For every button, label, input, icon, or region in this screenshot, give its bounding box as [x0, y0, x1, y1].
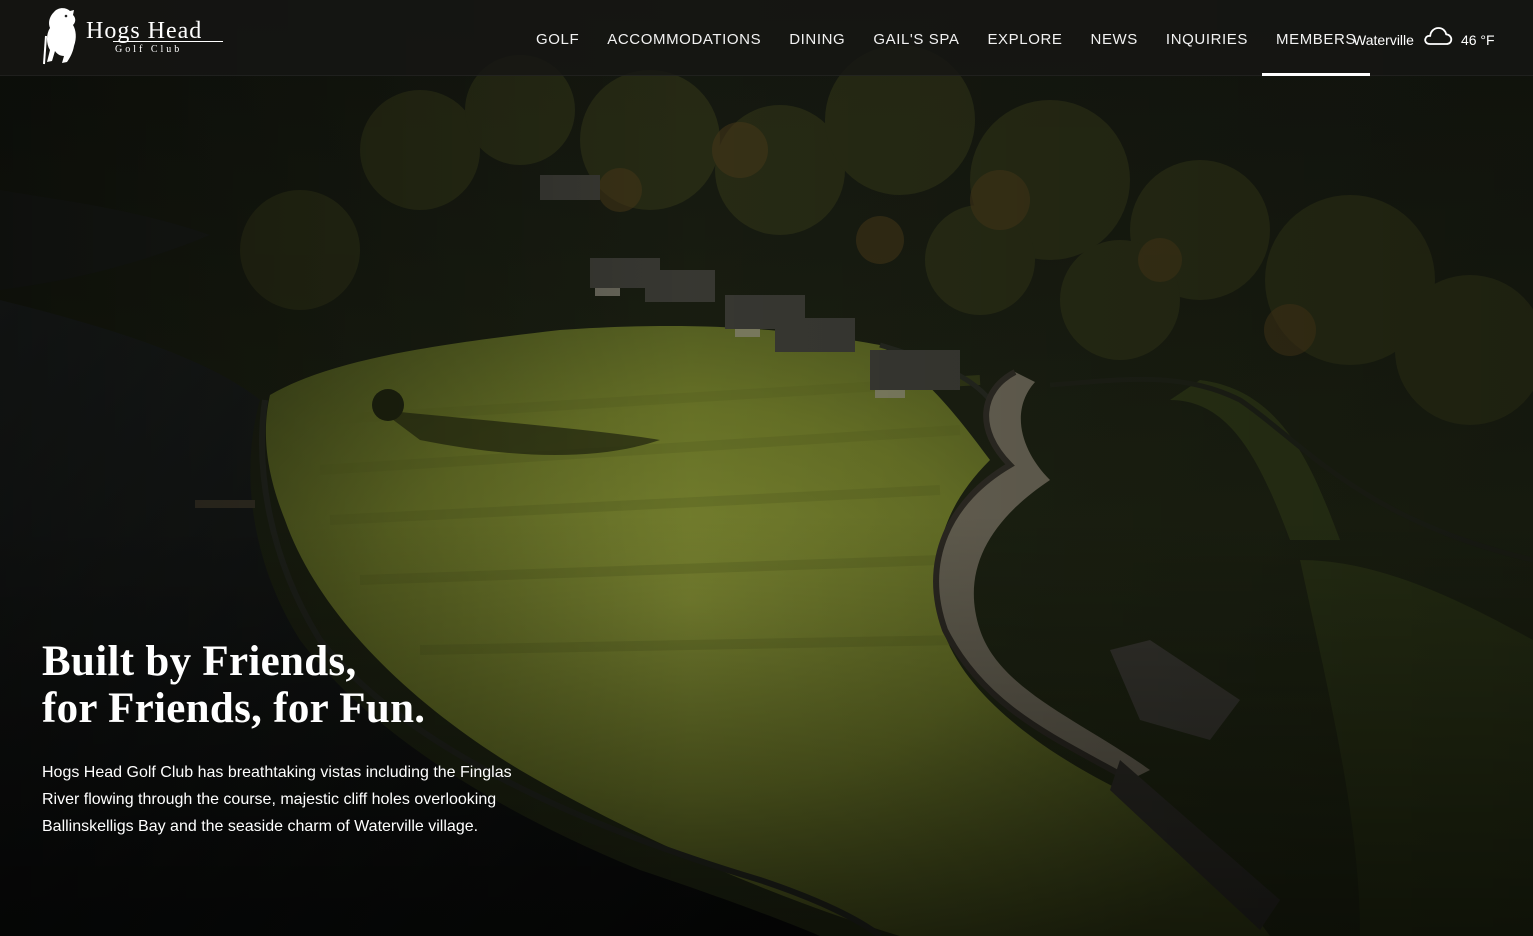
- nav-item-gails-spa[interactable]: GAIL'S SPA: [859, 0, 973, 75]
- nav-item-accommodations[interactable]: ACCOMMODATIONS: [593, 0, 775, 75]
- nav-item-golf[interactable]: GOLF: [522, 0, 593, 75]
- weather-temperature: 46 °F: [1460, 32, 1495, 48]
- home-logo-link[interactable]: Hogs Head Golf Club: [40, 6, 240, 68]
- weather-widget: Waterville 46 °F: [1353, 0, 1495, 75]
- hog-mascot-icon: [43, 8, 76, 65]
- hero-headline-line-2: for Friends, for Fun.: [42, 685, 426, 732]
- brand-name: Hogs Head: [86, 18, 203, 44]
- hero-headline: Built by Friends, for Friends, for Fun.: [42, 638, 582, 732]
- nav-item-inquiries[interactable]: INQUIRIES: [1152, 0, 1262, 75]
- main-nav: GOLF ACCOMMODATIONS DINING GAIL'S SPA EX…: [522, 0, 1371, 76]
- brand-subtitle: Golf Club: [115, 44, 183, 55]
- nav-item-news[interactable]: NEWS: [1077, 0, 1152, 75]
- weather-location: Waterville: [1353, 32, 1414, 48]
- top-navigation-bar: Hogs Head Golf Club GOLF ACCOMMODATIONS …: [0, 0, 1533, 76]
- hero-copy: Built by Friends, for Friends, for Fun. …: [42, 638, 582, 840]
- logo-divider: [113, 41, 223, 42]
- nav-item-explore[interactable]: EXPLORE: [973, 0, 1076, 75]
- cloud-icon: [1424, 26, 1453, 45]
- hero-description: Hogs Head Golf Club has breathtaking vis…: [42, 764, 512, 835]
- hero-headline-line-1: Built by Friends,: [42, 638, 357, 685]
- nav-item-dining[interactable]: DINING: [775, 0, 859, 75]
